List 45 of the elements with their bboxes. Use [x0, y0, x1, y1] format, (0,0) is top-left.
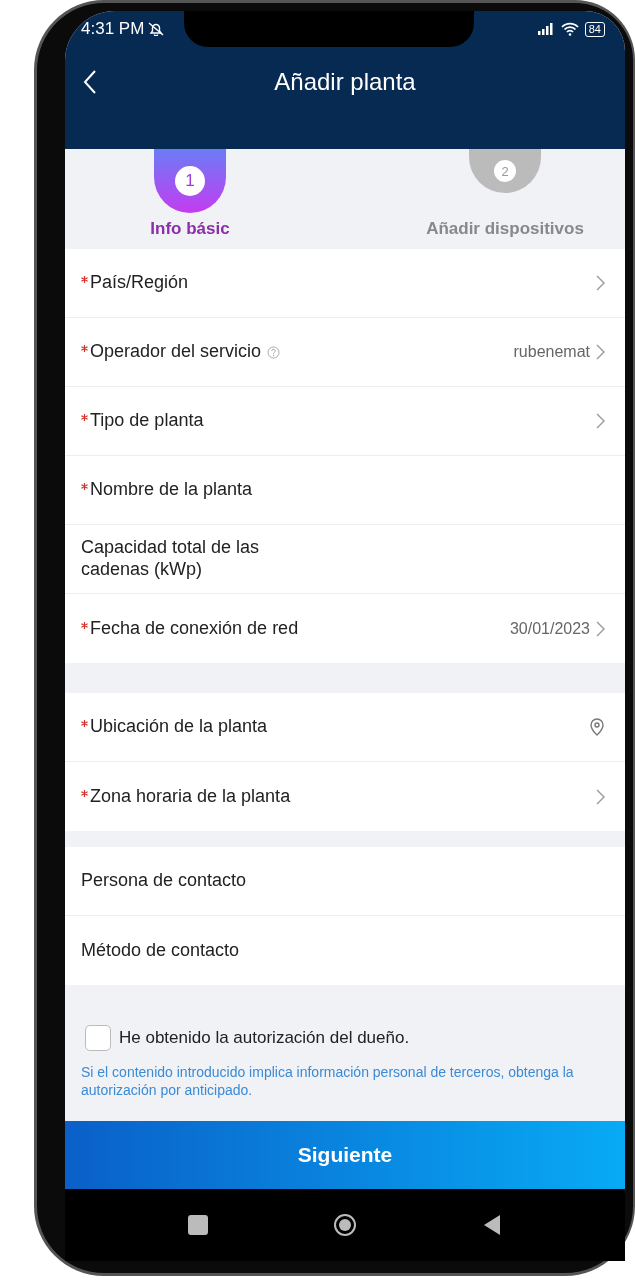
field-value: 30/01/2023	[509, 619, 590, 638]
field-label: País/Región	[90, 272, 189, 294]
chevron-right-icon	[596, 620, 605, 637]
screen-title: Añadir planta	[273, 68, 417, 96]
step-tab[interactable]: Info básic	[150, 219, 230, 239]
chevron-right-icon	[596, 413, 605, 429]
recent-apps-icon[interactable]	[187, 1215, 208, 1235]
muted-bell-icon	[148, 22, 165, 36]
field-label: Capacidad total de las cadenas (kWp)	[81, 537, 261, 581]
form-row[interactable]: Capacidad total de las cadenas (kWp)	[65, 525, 625, 594]
form-row[interactable]: Método de contacto	[65, 916, 625, 985]
form-row[interactable]: Tipo de planta	[65, 387, 625, 456]
step-indicator: 1	[154, 149, 226, 213]
field-label: Nombre de la planta	[90, 479, 253, 501]
field-label: Operador del servicio	[90, 341, 262, 363]
form-row[interactable]: Nombre de la planta	[65, 456, 625, 525]
status-time: 4:31 PM	[81, 19, 145, 39]
form-row[interactable]: País/Región	[65, 249, 625, 318]
checkbox[interactable]	[85, 1025, 111, 1051]
privacy-note: Si el contenido introducido implica información personal de terceros, obtenga la autorización por anticipado.	[81, 1063, 575, 1100]
form-row[interactable]: Persona de contacto	[65, 847, 625, 916]
chevron-right-icon	[596, 788, 605, 805]
home-icon[interactable]	[333, 1213, 357, 1237]
field-label: Persona de contacto	[81, 870, 247, 892]
back-triangle-icon[interactable]	[482, 1214, 503, 1236]
checkbox-label: He obtenido la autorización del dueño.	[119, 1028, 410, 1048]
field-label: Zona horaria de la planta	[90, 785, 291, 808]
field-label: Método de contacto	[81, 939, 240, 962]
form-row[interactable]: Zona horaria de la planta	[65, 762, 625, 831]
form-row[interactable]: Fecha de conexión de red 30/01/2023	[65, 594, 625, 663]
step-indicator: 2	[469, 149, 541, 193]
next-button[interactable]: Siguiente	[65, 1121, 625, 1189]
battery-level: 84	[584, 21, 605, 37]
location-pin-icon	[589, 718, 605, 736]
field-label: Fecha de conexión de red	[90, 617, 299, 640]
chevron-right-icon	[596, 344, 605, 360]
chevron-right-icon	[596, 275, 605, 291]
wifi-icon	[560, 22, 579, 36]
field-label: Ubicación de la planta	[90, 716, 268, 738]
form-row[interactable]: Operador del servicio rubenemat	[65, 318, 625, 387]
back-icon[interactable]	[83, 69, 97, 95]
form-row[interactable]: Ubicación de la planta	[65, 693, 625, 762]
field-label: Tipo de planta	[90, 410, 204, 432]
signal-icon	[536, 23, 555, 35]
field-value: rubenemat	[513, 343, 590, 361]
